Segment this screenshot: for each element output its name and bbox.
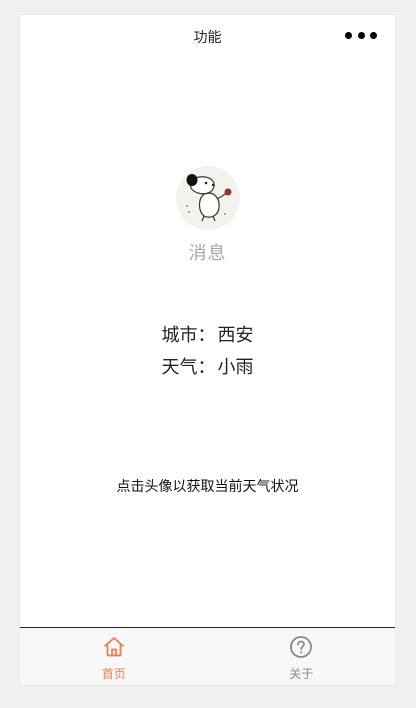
question-circle-icon xyxy=(290,636,313,658)
tab-home[interactable]: 首页 xyxy=(20,628,208,685)
tab-home-label: 首页 xyxy=(101,667,126,681)
tab-about-label: 关于 xyxy=(289,667,314,681)
city-row: 城市： 西安 xyxy=(20,321,395,347)
phone-screen: 功能 消息 城市： 西安 天气： 小雨 点击头像以获取当前天气状况 首页 关于 xyxy=(20,15,395,685)
avatar-label: 消息 xyxy=(188,243,227,264)
tab-about[interactable]: 关于 xyxy=(208,628,396,685)
weather-row: 天气： 小雨 xyxy=(20,353,395,379)
city-label: 城市： xyxy=(161,325,216,346)
home-icon xyxy=(103,637,124,657)
navigation-bar: 功能 xyxy=(20,15,395,57)
tab-bar: 首页 关于 xyxy=(20,627,395,685)
more-dots-icon[interactable] xyxy=(345,32,377,40)
weather-value: 小雨 xyxy=(217,357,254,378)
dot xyxy=(345,32,352,39)
hint-text: 点击头像以获取当前天气状况 xyxy=(116,479,299,495)
city-value: 西安 xyxy=(217,325,254,346)
dot xyxy=(370,32,377,39)
dot xyxy=(357,32,365,39)
weather-label: 天气： xyxy=(161,357,216,378)
avatar[interactable] xyxy=(176,166,240,230)
cartoon-dog-avatar xyxy=(176,166,240,230)
page-title: 功能 xyxy=(193,30,222,46)
